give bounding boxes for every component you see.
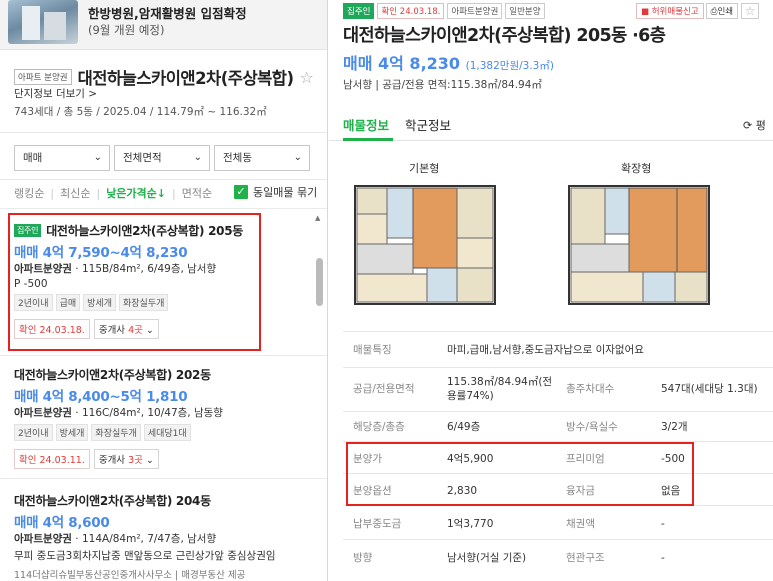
scroll-up-icon[interactable]: ▲ [315,214,320,222]
complex-summary: 743세대 / 총 5동 / 2025.04 / 114.79㎡ ~ 116.3… [14,106,267,118]
complex-detail-link[interactable]: 단지정보 더보기 > [14,86,97,101]
scrollbar-thumb[interactable] [316,258,323,306]
row-label: 공급/전용면적 [353,383,415,395]
sort-latest[interactable]: 최신순 [60,185,90,201]
sort-area[interactable]: 면적순 [182,185,212,201]
listing-panel: 한방병원,암재활병원 입점확정 (9월 개원 예정) 아파트 분양권 대전하늘스… [0,0,328,581]
row-label: 매물특징 [353,344,392,356]
detail-actions: ■ 허위매물신고 ⎙인쇄 ☆ [636,3,760,19]
highlight-box [346,442,694,506]
chevron-down-icon: ⌄ [93,152,102,163]
detail-row: 해당층/총층 6/49층 방수/욕실수 3/2개 [343,411,773,441]
listing-price: 매매 4억 8,400~5억 1,810 [14,389,188,405]
listing-extra: 무피 중도금3회차지납중 맨앞동으로 근린상가앞 중심상권임 [14,550,276,562]
owner-badge: 집주인 [343,3,375,19]
listing-desc: 아파트분양권 · 114A/84m², 7/47층, 남서향 [14,533,217,545]
plan-caption-extended: 확장형 [621,162,652,175]
dong-select[interactable]: 전체동 ⌄ [214,145,310,171]
listing-tag: 방세개 [55,424,89,441]
sort-options: 랭킹순 | 최신순 | 낮은가격순↓ | 면적순 [14,185,213,201]
row-value: 남서향(거실 기준) [447,552,527,564]
chevron-down-icon: ⌄ [293,152,302,163]
building-thumbnail [8,0,78,44]
row-label: 방향 [353,552,373,564]
complex-type-tag: 아파트 분양권 [14,69,72,85]
complex-name: 대전하늘스카이앤2차(주상복합) [77,69,294,88]
siren-icon: ■ [641,7,650,17]
detail-price: 매매 4억 8,230 (1,382만원/3.3㎡) [343,54,554,73]
type-tag: 아파트분양권 [447,3,503,19]
report-button[interactable]: ■ 허위매물신고 [636,3,704,19]
row-value: 115.38㎡/84.94㎡(전용률74%) [447,376,553,402]
favorite-star-icon[interactable]: ☆ [300,68,314,87]
row-value: 547대(세대당 1.3대) [661,383,758,395]
check-icon: ✓ [234,185,248,199]
chevron-down-icon: ⌄ [193,152,202,163]
sort-ranking[interactable]: 랭킹순 [14,185,44,201]
listing-tag: 2년이내 [14,424,53,441]
floor-plan-basic[interactable] [349,178,501,312]
listing-source: 114더샵리슈빌부동산공인중개사사무소 | 매경부동산 제공 [14,570,246,581]
listing-tags: 2년이내 방세개 화장실두개 세대당1대 [14,424,314,441]
highlight-box [8,213,261,351]
agent-count-button[interactable]: 중개사 3곳 ⌄ [93,449,159,469]
detail-row: 공급/전용면적 115.38㎡/84.94㎡(전용률74%) 총주차대수 547… [343,367,773,411]
group-same-listing-label: 동일매물 묶기 [253,186,318,199]
row-value: 1억3,770 [447,518,494,530]
filter-bar: 매매 ⌄ 전체면적 ⌄ 전체동 ⌄ [0,132,327,180]
area-select[interactable]: 전체면적 ⌄ [114,145,210,171]
row-label: 채권액 [566,518,595,530]
trade-type-select[interactable]: 매매 ⌄ [14,145,110,171]
complex-header: 아파트 분양권 대전하늘스카이앤2차(주상복합) ☆ [14,67,314,88]
floor-plan-extended[interactable] [563,178,715,312]
detail-tabs: 매물정보 학군정보 ⟳ 평 [329,105,773,141]
row-label: 방수/욕실수 [566,421,618,433]
promo-banner[interactable]: 한방병원,암재활병원 입점확정 (9월 개원 예정) [0,0,327,50]
tab-school-info[interactable]: 학군정보 [405,115,451,134]
detail-tags: 집주인 확인 24.03.18. 아파트분양권 일반분양 [343,3,548,19]
row-value: - [661,552,665,564]
detail-title: 대전하늘스카이앤2차(주상복합) 205동 ·6층 [343,26,666,46]
listing-price: 매매 4억 8,600 [14,515,110,531]
row-label: 현관구조 [566,552,605,564]
row-label: 총주차대수 [566,383,615,395]
favorite-star-icon[interactable]: ☆ [741,3,760,19]
detail-row: 매물특징 마피,급매,남서향,중도금자납으로 이자없어요 [343,331,773,367]
row-value: 6/49층 [447,421,481,433]
listing-title: 대전하늘스카이앤2차(주상복합) 202동 [14,368,211,382]
row-value: 3/2개 [661,421,688,433]
sale-type-tag: 일반분양 [505,3,545,19]
banner-subtitle: (9월 개원 예정) [88,23,165,37]
row-label: 해당층/총층 [353,421,405,433]
confirm-date: 확인 24.03.18. [377,3,445,19]
listing-desc: 아파트분양권 · 116C/84m², 10/47층, 남동향 [14,407,223,419]
listing-tag: 세대당1대 [143,424,191,441]
area-unit-toggle[interactable]: ⟳ 평 [743,117,766,133]
detail-row: 방향 남서향(거실 기준) 현관구조 - [343,539,773,573]
group-same-listing-checkbox[interactable]: ✓ 동일매물 묶기 [234,184,317,200]
listing-item[interactable]: 대전하늘스카이앤2차(주상복합) 202동 매매 4억 8,400~5억 1,8… [14,366,314,469]
listing-item[interactable]: 대전하늘스카이앤2차(주상복합) 204동 매매 4억 8,600 아파트분양권… [14,492,314,581]
detail-row: 납부중도금 1억3,770 채권액 - [343,505,773,539]
sort-low-price[interactable]: 낮은가격순↓ [106,185,166,201]
tab-listing-info[interactable]: 매물정보 [343,115,389,134]
print-button[interactable]: ⎙인쇄 [705,3,739,19]
detail-subtitle: 남서향 | 공급/전용 면적:115.38㎡/84.94㎡ [343,79,542,91]
row-label: 납부중도금 [353,518,402,530]
plan-caption-basic: 기본형 [409,162,440,175]
row-value: - [661,518,665,530]
banner-title: 한방병원,암재활병원 입점확정 [88,6,247,21]
confirm-date: 확인 24.03.11. [14,449,90,469]
listing-tag: 화장실두개 [91,424,141,441]
listing-title: 대전하늘스카이앤2차(주상복합) 204동 [14,494,211,508]
row-value: 마피,급매,남서향,중도금자납으로 이자없어요 [447,344,644,356]
